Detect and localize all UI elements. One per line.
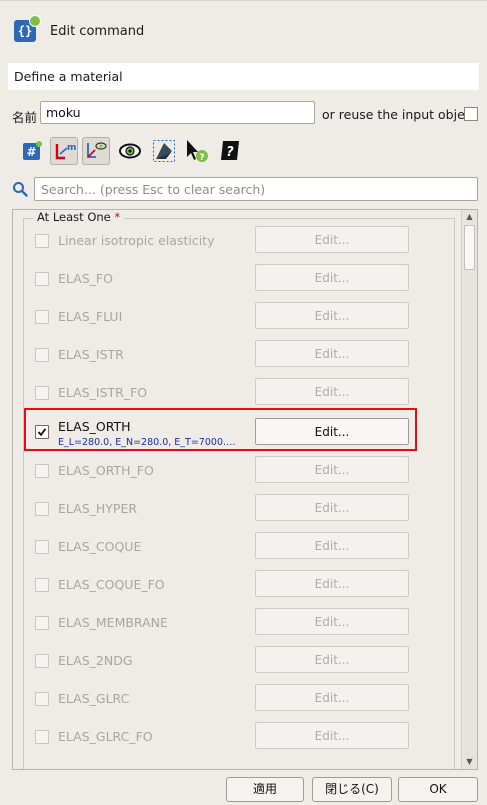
- keyword-checkbox[interactable]: [35, 730, 49, 744]
- edit-button[interactable]: Edit...: [255, 456, 409, 483]
- name-input[interactable]: [40, 101, 315, 124]
- keyword-checkbox[interactable]: [35, 425, 49, 439]
- dialog-title: Edit command: [50, 24, 145, 39]
- keyword-label: ELAS_ORTH: [58, 419, 131, 434]
- group-title: At Least One *: [33, 210, 125, 224]
- keyword-checkbox[interactable]: [35, 464, 49, 478]
- scroll-down-arrow-icon[interactable]: ▼: [462, 755, 477, 769]
- svg-text:?: ?: [226, 145, 234, 160]
- keyword-checkbox[interactable]: [35, 502, 49, 516]
- eye-icon[interactable]: [116, 137, 144, 165]
- edit-button[interactable]: Edit...: [255, 532, 409, 559]
- edit-button[interactable]: Edit...: [255, 264, 409, 291]
- edit-button[interactable]: Edit...: [255, 226, 409, 253]
- keyword-checkbox[interactable]: [35, 616, 49, 630]
- edit-button[interactable]: Edit...: [255, 722, 409, 749]
- keyword-label: ELAS_ORTH_FO: [58, 463, 154, 478]
- dialog-header: {} Edit command: [0, 10, 487, 54]
- reuse-object-checkbox[interactable]: [464, 107, 478, 121]
- keyword-row: ELAS_ISTR Edit...: [13, 337, 463, 375]
- close-button[interactable]: 閉じる(C): [312, 777, 392, 802]
- command-braces-icon: {}: [14, 15, 41, 42]
- keyword-row: ELAS_GLRC_FO Edit...: [13, 719, 463, 757]
- top-border: [0, 0, 487, 1]
- keyword-checkbox[interactable]: [35, 692, 49, 706]
- keyword-checkbox[interactable]: [35, 348, 49, 362]
- edit-button[interactable]: Edit...: [255, 570, 409, 597]
- section-title: Define a material: [14, 69, 123, 84]
- keyword-checkbox[interactable]: [35, 272, 49, 286]
- keyword-label: ELAS_ISTR: [58, 347, 124, 362]
- keyword-row: ELAS_HYPER Edit...: [13, 491, 463, 529]
- help-book-icon[interactable]: ?: [216, 137, 244, 165]
- keyword-checkbox[interactable]: [35, 310, 49, 324]
- keyword-label: Linear isotropic elasticity: [58, 233, 215, 248]
- keyword-row: ELAS_2NDG Edit...: [13, 643, 463, 681]
- name-label: 名前: [12, 110, 38, 125]
- keyword-label: ELAS_2NDG: [58, 653, 133, 668]
- scrollbar[interactable]: ▲ ▼: [461, 210, 477, 769]
- local-variable-icon[interactable]: m: [50, 137, 78, 165]
- edit-button[interactable]: Edit...: [255, 340, 409, 367]
- pointer-help-icon[interactable]: ?: [182, 137, 210, 165]
- edit-button[interactable]: Edit...: [255, 684, 409, 711]
- keyword-row: ELAS_ISTR_FO Edit...: [13, 375, 463, 413]
- keyword-label: ELAS_ISTR_FO: [58, 385, 148, 400]
- reuse-object-label: or reuse the input object: [322, 107, 477, 122]
- scrollbar-thumb[interactable]: [464, 225, 475, 270]
- keyword-checkbox[interactable]: [35, 578, 49, 592]
- keyword-row: ELAS_FLUI Edit...: [13, 299, 463, 337]
- edit-button[interactable]: Edit...: [255, 494, 409, 521]
- keyword-row: ELAS_GLRC Edit...: [13, 681, 463, 719]
- svg-text:#: #: [26, 145, 36, 159]
- keyword-checkbox[interactable]: [35, 234, 49, 248]
- keyword-row: ELAS_COQUE_FO Edit...: [13, 567, 463, 605]
- edit-button[interactable]: Edit...: [255, 418, 409, 445]
- ok-button[interactable]: OK: [398, 777, 478, 802]
- keyword-label: ELAS_FO: [58, 271, 113, 286]
- keyword-label: ELAS_COQUE_FO: [58, 577, 165, 592]
- edit-button[interactable]: Edit...: [255, 302, 409, 329]
- keyword-row: ELAS_ORTH_FO Edit...: [13, 453, 463, 491]
- keyword-label: ELAS_MEMBRANE: [58, 615, 168, 630]
- hash-icon[interactable]: #: [18, 137, 46, 165]
- search-icon: [12, 181, 28, 197]
- keyword-checkbox[interactable]: [35, 386, 49, 400]
- edit-button[interactable]: Edit...: [255, 608, 409, 635]
- section-title-bar: Define a material: [8, 63, 479, 90]
- apply-button[interactable]: 適用: [226, 777, 304, 802]
- keyword-row: Linear isotropic elasticity Edit...: [13, 223, 463, 261]
- mesh-view-icon[interactable]: [150, 137, 178, 165]
- keyword-checkbox[interactable]: [35, 540, 49, 554]
- keyword-label: ELAS_COQUE: [58, 539, 142, 554]
- scroll-up-arrow-icon[interactable]: ▲: [462, 210, 477, 224]
- keyword-checkbox[interactable]: [35, 654, 49, 668]
- edit-button[interactable]: Edit...: [255, 378, 409, 405]
- keyword-row: ELAS_MEMBRANE Edit...: [13, 605, 463, 643]
- edit-button[interactable]: Edit...: [255, 646, 409, 673]
- search-input[interactable]: [34, 177, 478, 201]
- keyword-summary: E_L=280.0, E_N=280.0, E_T=7000.…: [58, 437, 236, 448]
- keyword-list-panel[interactable]: At Least One * Linear isotropic elastici…: [12, 209, 478, 770]
- keyword-label: ELAS_GLRC: [58, 691, 130, 706]
- keyword-label: ELAS_FLUI: [58, 309, 123, 324]
- svg-text:?: ?: [199, 153, 204, 163]
- visibility-toggle-icon[interactable]: [82, 137, 110, 165]
- keyword-row: ELAS_FO Edit...: [13, 261, 463, 299]
- keyword-row: ELAS_COQUE Edit...: [13, 529, 463, 567]
- svg-text:m: m: [67, 143, 76, 153]
- keyword-label: ELAS_HYPER: [58, 501, 138, 516]
- keyword-row: ELAS_ORTH E_L=280.0, E_N=280.0, E_T=7000.…: [13, 414, 463, 452]
- keyword-label: ELAS_GLRC_FO: [58, 729, 153, 744]
